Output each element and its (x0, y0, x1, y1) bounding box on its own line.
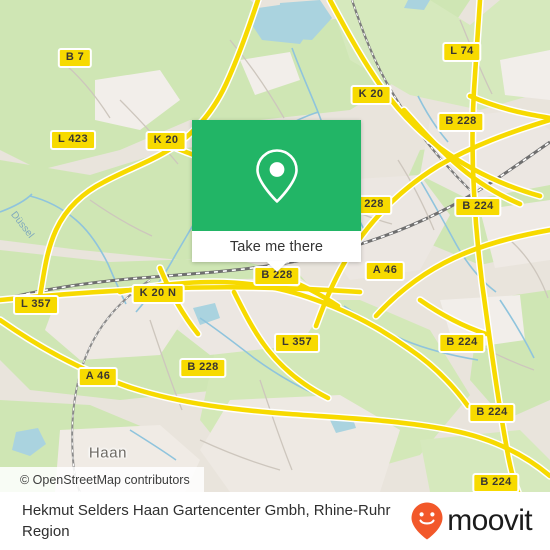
moovit-map-screenshot: B 7 L 423 K 20 K 20 L 74 B 228 228 B 224 A 46 B 2… (0, 0, 550, 550)
road-shield: K 20 N (131, 284, 185, 304)
road-shield: B 228 (437, 112, 485, 132)
road-shield: 228 (356, 195, 392, 215)
road-shield: B 224 (454, 197, 502, 217)
road-shield: L 423 (50, 130, 96, 150)
footer-bar: Hekmut Selders Haan Gartencenter Gmbh, R… (0, 492, 550, 550)
road-shield: B 224 (472, 473, 520, 492)
moovit-logo[interactable]: moovit (410, 501, 536, 541)
road-shield: L 74 (442, 42, 482, 62)
road-shield: B 224 (438, 333, 486, 353)
road-shield: A 46 (77, 367, 119, 387)
road-shield: K 20 (350, 85, 392, 105)
moovit-smiley-pin-icon (411, 502, 443, 540)
take-me-there-button[interactable]: Take me there (192, 231, 361, 262)
road-shield: K 20 (145, 131, 187, 151)
location-callout-card[interactable]: Take me there (192, 120, 361, 272)
road-shield: B 224 (468, 403, 516, 423)
osm-attribution-text: © OpenStreetMap contributors (20, 472, 190, 487)
moovit-wordmark: moovit (447, 504, 532, 537)
place-label: Haan (88, 444, 128, 462)
road-shield: L 357 (274, 333, 320, 353)
take-me-there-label: Take me there (229, 238, 324, 255)
callout-pointer-tail (265, 261, 288, 272)
map-pin-icon (255, 148, 298, 203)
road-shield: B 7 (57, 48, 93, 68)
callout-icon-panel (192, 120, 361, 231)
map-attribution[interactable]: © OpenStreetMap contributors (0, 467, 204, 492)
map-canvas[interactable]: B 7 L 423 K 20 K 20 L 74 B 228 228 B 224 A 46 B 2… (0, 0, 550, 492)
road-shield: B 228 (179, 358, 227, 378)
road-shield: L 357 (13, 295, 59, 315)
road-shield: A 46 (364, 261, 406, 281)
page-title: Hekmut Selders Haan Gartencenter Gmbh, R… (22, 502, 391, 540)
